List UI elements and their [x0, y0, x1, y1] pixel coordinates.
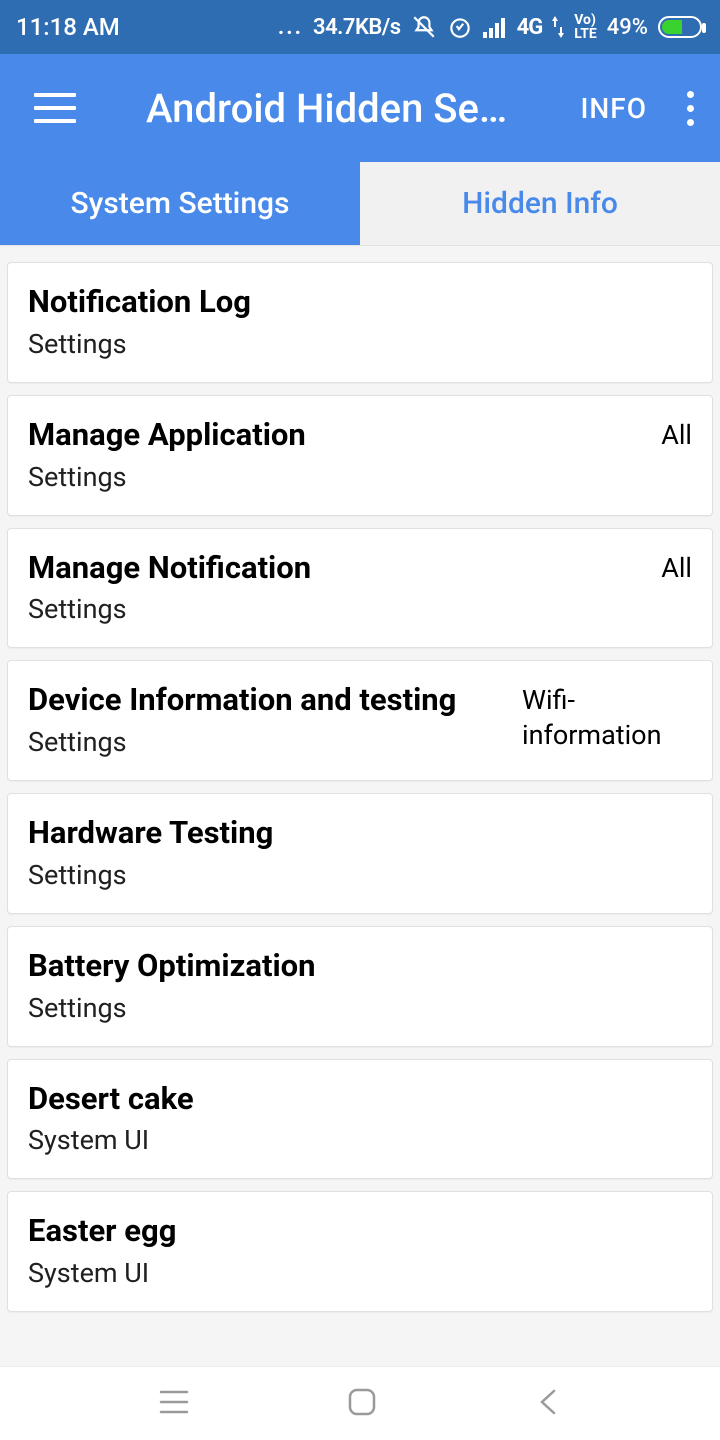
- list-item[interactable]: Hardware Testing Settings: [7, 793, 713, 914]
- list-item-sub: Settings: [28, 593, 643, 625]
- settings-list: Notification Log Settings Manage Applica…: [0, 246, 720, 1312]
- app-title: Android Hidden Se…: [146, 85, 580, 132]
- list-item-sub: Settings: [28, 461, 643, 493]
- app-bar: Android Hidden Se… INFO: [0, 54, 720, 162]
- list-item-title: Battery Optimization: [28, 947, 674, 986]
- list-item[interactable]: Manage Application Settings All: [7, 395, 713, 516]
- battery-fill: [662, 20, 682, 34]
- tab-bar: System Settings Hidden Info: [0, 162, 720, 246]
- data-arrows-icon: [552, 16, 564, 38]
- battery-icon: [658, 16, 702, 38]
- signal-icon: [483, 16, 507, 38]
- list-item-title: Easter egg: [28, 1212, 674, 1251]
- status-right: ... 34.7KB/s 4G: [278, 13, 702, 41]
- alarm-icon: [447, 14, 473, 40]
- list-item-title: Manage Application: [28, 416, 643, 455]
- signal-4g-label: 4G: [517, 15, 543, 40]
- list-item-right: Wifi-information: [522, 681, 692, 753]
- list-item-sub: System UI: [28, 1124, 674, 1156]
- dnd-off-icon: [411, 14, 437, 40]
- tab-system-settings[interactable]: System Settings: [0, 162, 360, 245]
- list-item-sub: Settings: [28, 859, 674, 891]
- list-item-title: Hardware Testing: [28, 814, 674, 853]
- list-item[interactable]: Easter egg System UI: [7, 1191, 713, 1312]
- tab-hidden-info[interactable]: Hidden Info: [360, 162, 720, 245]
- battery-percent: 49%: [607, 15, 648, 40]
- list-item-sub: Settings: [28, 328, 674, 360]
- list-item-sub: System UI: [28, 1257, 674, 1289]
- status-time: 11:18 AM: [16, 13, 120, 41]
- list-item-title: Notification Log: [28, 283, 674, 322]
- status-net-speed: 34.7KB/s: [313, 15, 401, 40]
- list-item-sub: Settings: [28, 992, 674, 1024]
- nav-home-icon[interactable]: [347, 1387, 377, 1421]
- list-item-right: All: [661, 549, 692, 586]
- list-item-right: All: [661, 416, 692, 453]
- list-item[interactable]: Battery Optimization Settings: [7, 926, 713, 1047]
- menu-icon[interactable]: [34, 93, 76, 123]
- list-item-sub: Settings: [28, 726, 504, 758]
- nav-back-icon[interactable]: [536, 1387, 562, 1421]
- nav-recent-icon[interactable]: [159, 1389, 189, 1419]
- list-item-title: Device Information and testing: [28, 681, 504, 720]
- android-nav-bar: [0, 1366, 720, 1440]
- status-bar: 11:18 AM ... 34.7KB/s 4G: [0, 0, 720, 54]
- list-item[interactable]: Notification Log Settings: [7, 262, 713, 383]
- status-more-icon: ...: [278, 15, 303, 40]
- list-item[interactable]: Device Information and testing Settings …: [7, 660, 713, 781]
- list-item-title: Desert cake: [28, 1080, 674, 1119]
- volte-icon: Vo) LTE: [574, 13, 597, 41]
- list-item-title: Manage Notification: [28, 549, 643, 588]
- list-item[interactable]: Desert cake System UI: [7, 1059, 713, 1180]
- overflow-menu-icon[interactable]: [683, 87, 698, 130]
- info-button[interactable]: INFO: [580, 92, 647, 125]
- list-item[interactable]: Manage Notification Settings All: [7, 528, 713, 649]
